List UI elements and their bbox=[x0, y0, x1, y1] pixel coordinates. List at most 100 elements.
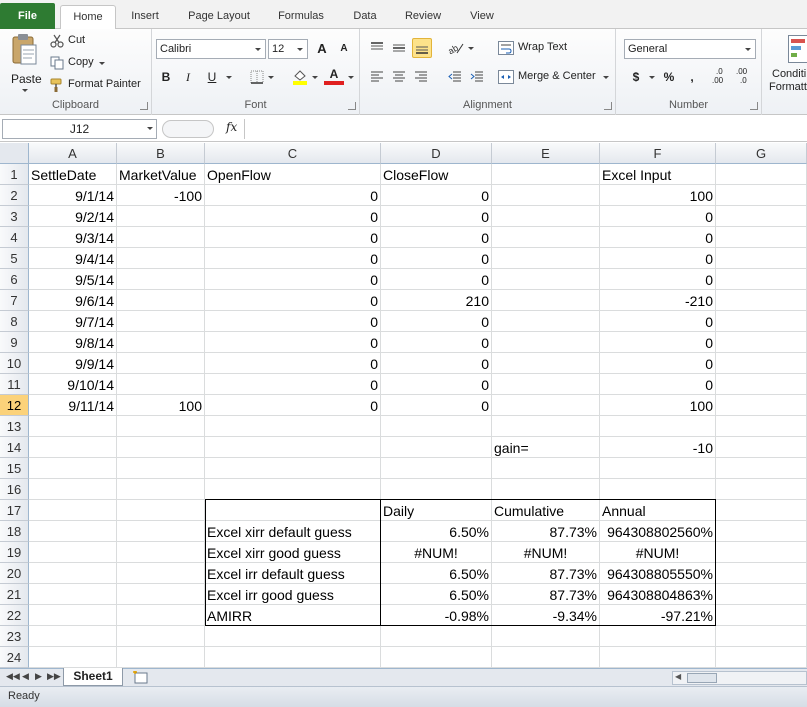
align-right-icon[interactable] bbox=[414, 71, 428, 83]
prev-sheet-icon[interactable]: ◀ bbox=[22, 671, 29, 682]
orientation-icon[interactable]: ab bbox=[448, 41, 464, 55]
format-painter-button[interactable]: Format Painter bbox=[50, 77, 150, 95]
cell-c8[interactable]: 0 bbox=[205, 311, 380, 332]
cut-button[interactable]: Cut bbox=[50, 33, 140, 51]
column-header-e[interactable]: E bbox=[492, 143, 600, 164]
cell-d2[interactable]: 0 bbox=[381, 185, 491, 206]
cell-e17[interactable]: Cumulative bbox=[492, 500, 599, 521]
underline-dropdown-icon[interactable] bbox=[226, 76, 232, 79]
cell-f21[interactable]: 964308804863% bbox=[600, 584, 715, 605]
row-header-5[interactable]: 5 bbox=[0, 248, 29, 269]
tab-file[interactable]: File bbox=[0, 3, 55, 29]
horizontal-scroll-thumb[interactable] bbox=[687, 673, 717, 683]
cell-c18[interactable]: Excel xirr default guess bbox=[205, 521, 380, 542]
row-header-17[interactable]: 17 bbox=[0, 500, 29, 521]
percent-button[interactable]: % bbox=[659, 67, 679, 87]
row-header-9[interactable]: 9 bbox=[0, 332, 29, 353]
cell-e19[interactable]: #NUM! bbox=[492, 542, 599, 563]
number-format-select[interactable]: General bbox=[624, 39, 756, 59]
align-bottom-button[interactable] bbox=[412, 38, 432, 58]
cell-d4[interactable]: 0 bbox=[381, 227, 491, 248]
row-header-21[interactable]: 21 bbox=[0, 584, 29, 605]
cell-a12[interactable]: 9/11/14 bbox=[29, 395, 116, 416]
cell-d5[interactable]: 0 bbox=[381, 248, 491, 269]
cell-c6[interactable]: 0 bbox=[205, 269, 380, 290]
tab-page-layout[interactable]: Page Layout bbox=[180, 5, 258, 29]
fill-color-dropdown-icon[interactable] bbox=[312, 76, 318, 79]
cell-a4[interactable]: 9/3/14 bbox=[29, 227, 116, 248]
cell-a2[interactable]: 9/1/14 bbox=[29, 185, 116, 206]
name-box[interactable]: J12 bbox=[2, 119, 157, 139]
font-dialog-launcher-icon[interactable] bbox=[348, 102, 356, 110]
row-header-10[interactable]: 10 bbox=[0, 353, 29, 374]
row-header-7[interactable]: 7 bbox=[0, 290, 29, 311]
font-name-select[interactable]: Calibri bbox=[156, 39, 266, 59]
shrink-font-button[interactable]: A bbox=[334, 39, 354, 59]
cell-a8[interactable]: 9/7/14 bbox=[29, 311, 116, 332]
cell-e20[interactable]: 87.73% bbox=[492, 563, 599, 584]
conditional-formatting-button[interactable]: Conditi Formatti bbox=[766, 33, 807, 95]
align-top-icon[interactable] bbox=[370, 41, 384, 55]
merge-center-dropdown-icon[interactable] bbox=[603, 76, 609, 79]
cell-e14[interactable]: gain= bbox=[492, 437, 599, 458]
tab-view[interactable]: View bbox=[460, 5, 504, 29]
cell-d21[interactable]: 6.50% bbox=[381, 584, 491, 605]
comma-style-button[interactable]: , bbox=[682, 67, 702, 87]
cell-f1[interactable]: Excel Input bbox=[600, 164, 715, 185]
cell-f11[interactable]: 0 bbox=[600, 374, 715, 395]
tab-data[interactable]: Data bbox=[344, 5, 386, 29]
name-box-dropdown-icon[interactable] bbox=[147, 127, 153, 130]
borders-dropdown-icon[interactable] bbox=[268, 76, 274, 79]
worksheet-grid[interactable]: A B C D E F G 1 2 3 4 5 6 7 8 9 10 11 12 13 14 15 16 17 18 19 20 21… bbox=[0, 143, 807, 668]
cell-c11[interactable]: 0 bbox=[205, 374, 380, 395]
cell-b12[interactable]: 100 bbox=[117, 395, 204, 416]
row-header-8[interactable]: 8 bbox=[0, 311, 29, 332]
row-header-24[interactable]: 24 bbox=[0, 647, 29, 668]
column-header-b[interactable]: B bbox=[117, 143, 205, 164]
cell-d22[interactable]: -0.98% bbox=[381, 605, 491, 626]
first-sheet-icon[interactable]: ◀◀ bbox=[6, 671, 20, 682]
font-size-select[interactable]: 12 bbox=[268, 39, 308, 59]
row-header-18[interactable]: 18 bbox=[0, 521, 29, 542]
cell-a10[interactable]: 9/9/14 bbox=[29, 353, 116, 374]
merge-center-button[interactable]: Merge & Center bbox=[498, 69, 613, 87]
cell-f19[interactable]: #NUM! bbox=[600, 542, 715, 563]
cell-c21[interactable]: Excel irr good guess bbox=[205, 584, 380, 605]
align-center-icon[interactable] bbox=[392, 71, 406, 83]
tab-insert[interactable]: Insert bbox=[122, 5, 168, 29]
insert-function-button[interactable]: fx bbox=[226, 120, 237, 134]
column-header-c[interactable]: C bbox=[205, 143, 381, 164]
row-header-1[interactable]: 1 bbox=[0, 164, 29, 185]
row-header-16[interactable]: 16 bbox=[0, 479, 29, 500]
increase-decimal-button[interactable]: .0 .00 bbox=[712, 67, 732, 87]
row-header-20[interactable]: 20 bbox=[0, 563, 29, 584]
cell-f14[interactable]: -10 bbox=[600, 437, 715, 458]
cell-a5[interactable]: 9/4/14 bbox=[29, 248, 116, 269]
next-sheet-icon[interactable]: ▶ bbox=[35, 671, 42, 682]
cell-c4[interactable]: 0 bbox=[205, 227, 380, 248]
cell-e22[interactable]: -9.34% bbox=[492, 605, 599, 626]
row-header-23[interactable]: 23 bbox=[0, 626, 29, 647]
cell-a11[interactable]: 9/10/14 bbox=[29, 374, 116, 395]
select-all-corner[interactable] bbox=[0, 143, 29, 164]
cell-c9[interactable]: 0 bbox=[205, 332, 380, 353]
column-header-f[interactable]: F bbox=[600, 143, 716, 164]
tab-formulas[interactable]: Formulas bbox=[268, 5, 334, 29]
font-color-button[interactable]: A bbox=[324, 65, 344, 85]
currency-button[interactable]: $ bbox=[626, 67, 646, 87]
cell-c19[interactable]: Excel xirr good guess bbox=[205, 542, 380, 563]
row-header-15[interactable]: 15 bbox=[0, 458, 29, 479]
scroll-left-icon[interactable]: ◀ bbox=[675, 672, 681, 681]
wrap-text-button[interactable]: Wrap Text bbox=[498, 40, 608, 58]
cell-d11[interactable]: 0 bbox=[381, 374, 491, 395]
cell-d12[interactable]: 0 bbox=[381, 395, 491, 416]
cell-f12[interactable]: 100 bbox=[600, 395, 715, 416]
cell-f6[interactable]: 0 bbox=[600, 269, 715, 290]
number-dialog-launcher-icon[interactable] bbox=[750, 102, 758, 110]
cell-b1[interactable]: MarketValue bbox=[117, 164, 204, 185]
cell-c22[interactable]: AMIRR bbox=[205, 605, 380, 626]
decrease-indent-icon[interactable] bbox=[448, 71, 462, 83]
cell-c2[interactable]: 0 bbox=[205, 185, 380, 206]
cell-d7[interactable]: 210 bbox=[381, 290, 491, 311]
cell-f2[interactable]: 100 bbox=[600, 185, 715, 206]
